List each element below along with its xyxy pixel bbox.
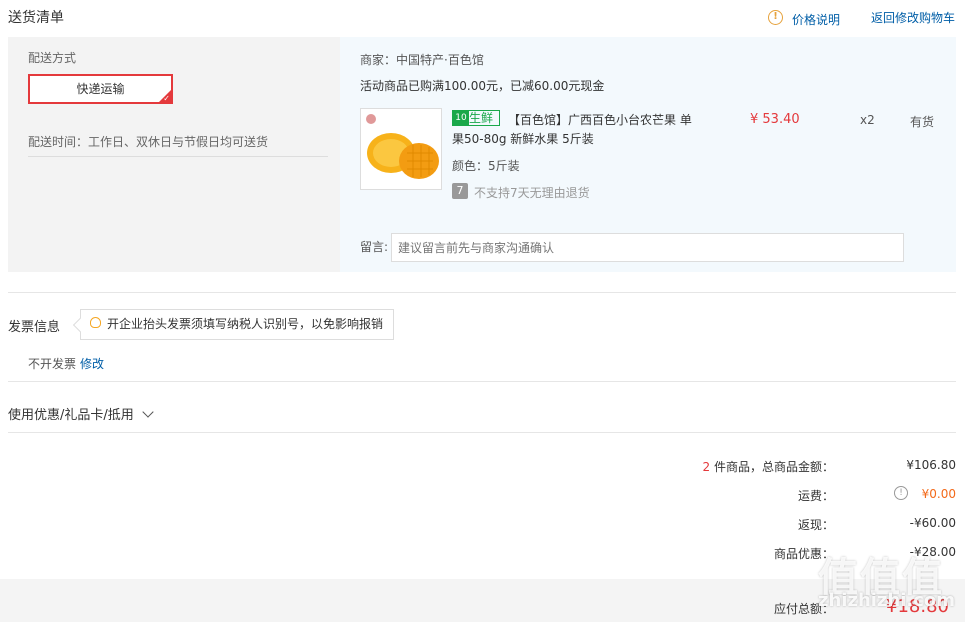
discounts-toggle[interactable]: 使用优惠/礼品卡/抵用 (8, 404, 154, 423)
return-policy: 不支持7天无理由退货 (474, 186, 590, 200)
back-to-cart-link[interactable]: 返回修改购物车 (871, 9, 955, 26)
invoice-tip: 开企业抬头发票须填写纳税人识别号，以免影响报销 (72, 309, 394, 340)
stock-status: 有货 (910, 115, 935, 129)
shipping-option-label: 快递运输 (76, 82, 125, 96)
product-color: 颜色：5斤装 (452, 159, 520, 173)
rebate-label: 返现： (797, 518, 834, 532)
divider (8, 292, 956, 293)
lightbulb-icon (90, 317, 101, 328)
mango-image (366, 114, 439, 179)
message-input[interactable] (391, 233, 904, 262)
fresh-badge: 10 生鲜 (452, 110, 500, 126)
summary-goods-label: 2 件商品，总商品金额： (604, 458, 834, 475)
divider (28, 156, 328, 157)
product-quantity: x2 (860, 113, 875, 127)
info-icon[interactable]: ! (768, 10, 783, 25)
shipping-panel (8, 37, 340, 272)
chevron-down-icon (142, 406, 154, 418)
watermark-url: zhizhizhi.com (818, 590, 956, 611)
shipping-fee-label: 运费： (797, 489, 834, 503)
item-count-suffix: 件商品，总商品金额： (710, 460, 834, 474)
shipping-method-label: 配送方式 (28, 51, 77, 65)
delivery-time: 配送时间：工作日、双休日与节假日均可送货 (28, 135, 269, 149)
divider (8, 432, 956, 433)
fresh-badge-text: 生鲜 (469, 111, 494, 125)
rebate-value: -¥60.00 (909, 516, 956, 530)
product-image[interactable] (360, 108, 442, 190)
check-icon: ✓ (163, 94, 170, 103)
merchant-name: 商家：中国特产·百色馆 (360, 53, 484, 67)
invoice-title: 发票信息 (8, 320, 61, 335)
discounts-label: 使用优惠/礼品卡/抵用 (8, 408, 134, 423)
promo-text: 活动商品已购满100.00元，已减60.00元现金 (360, 79, 605, 93)
product-name-line1[interactable]: 【百色馆】广西百色小台农芒果 单 (508, 111, 692, 128)
tip-arrow (72, 317, 88, 333)
invoice-modify-link[interactable]: 修改 (80, 355, 104, 372)
goods-total: ¥106.80 (906, 458, 956, 472)
invoice-tip-text: 开企业抬头发票须填写纳税人识别号，以免影响报销 (107, 317, 384, 331)
product-name-line2[interactable]: 果50-80g 新鲜水果 5斤装 (452, 130, 594, 147)
shipping-fee: ¥0.00 (921, 487, 956, 501)
invoice-status: 不开发票 (28, 357, 77, 371)
no-return-icon: 7 (452, 183, 468, 199)
message-label: 留言: (360, 240, 389, 254)
coupon-label: 商品优惠： (773, 547, 834, 561)
page-title: 送货清单 (8, 10, 64, 26)
product-price: ¥ 53.40 (750, 112, 800, 127)
fresh-badge-icon: 10 (453, 111, 469, 125)
price-info-link[interactable]: 价格说明 (792, 11, 840, 28)
shipping-option-express[interactable]: 快递运输 ✓ (28, 74, 173, 104)
divider (8, 381, 956, 382)
